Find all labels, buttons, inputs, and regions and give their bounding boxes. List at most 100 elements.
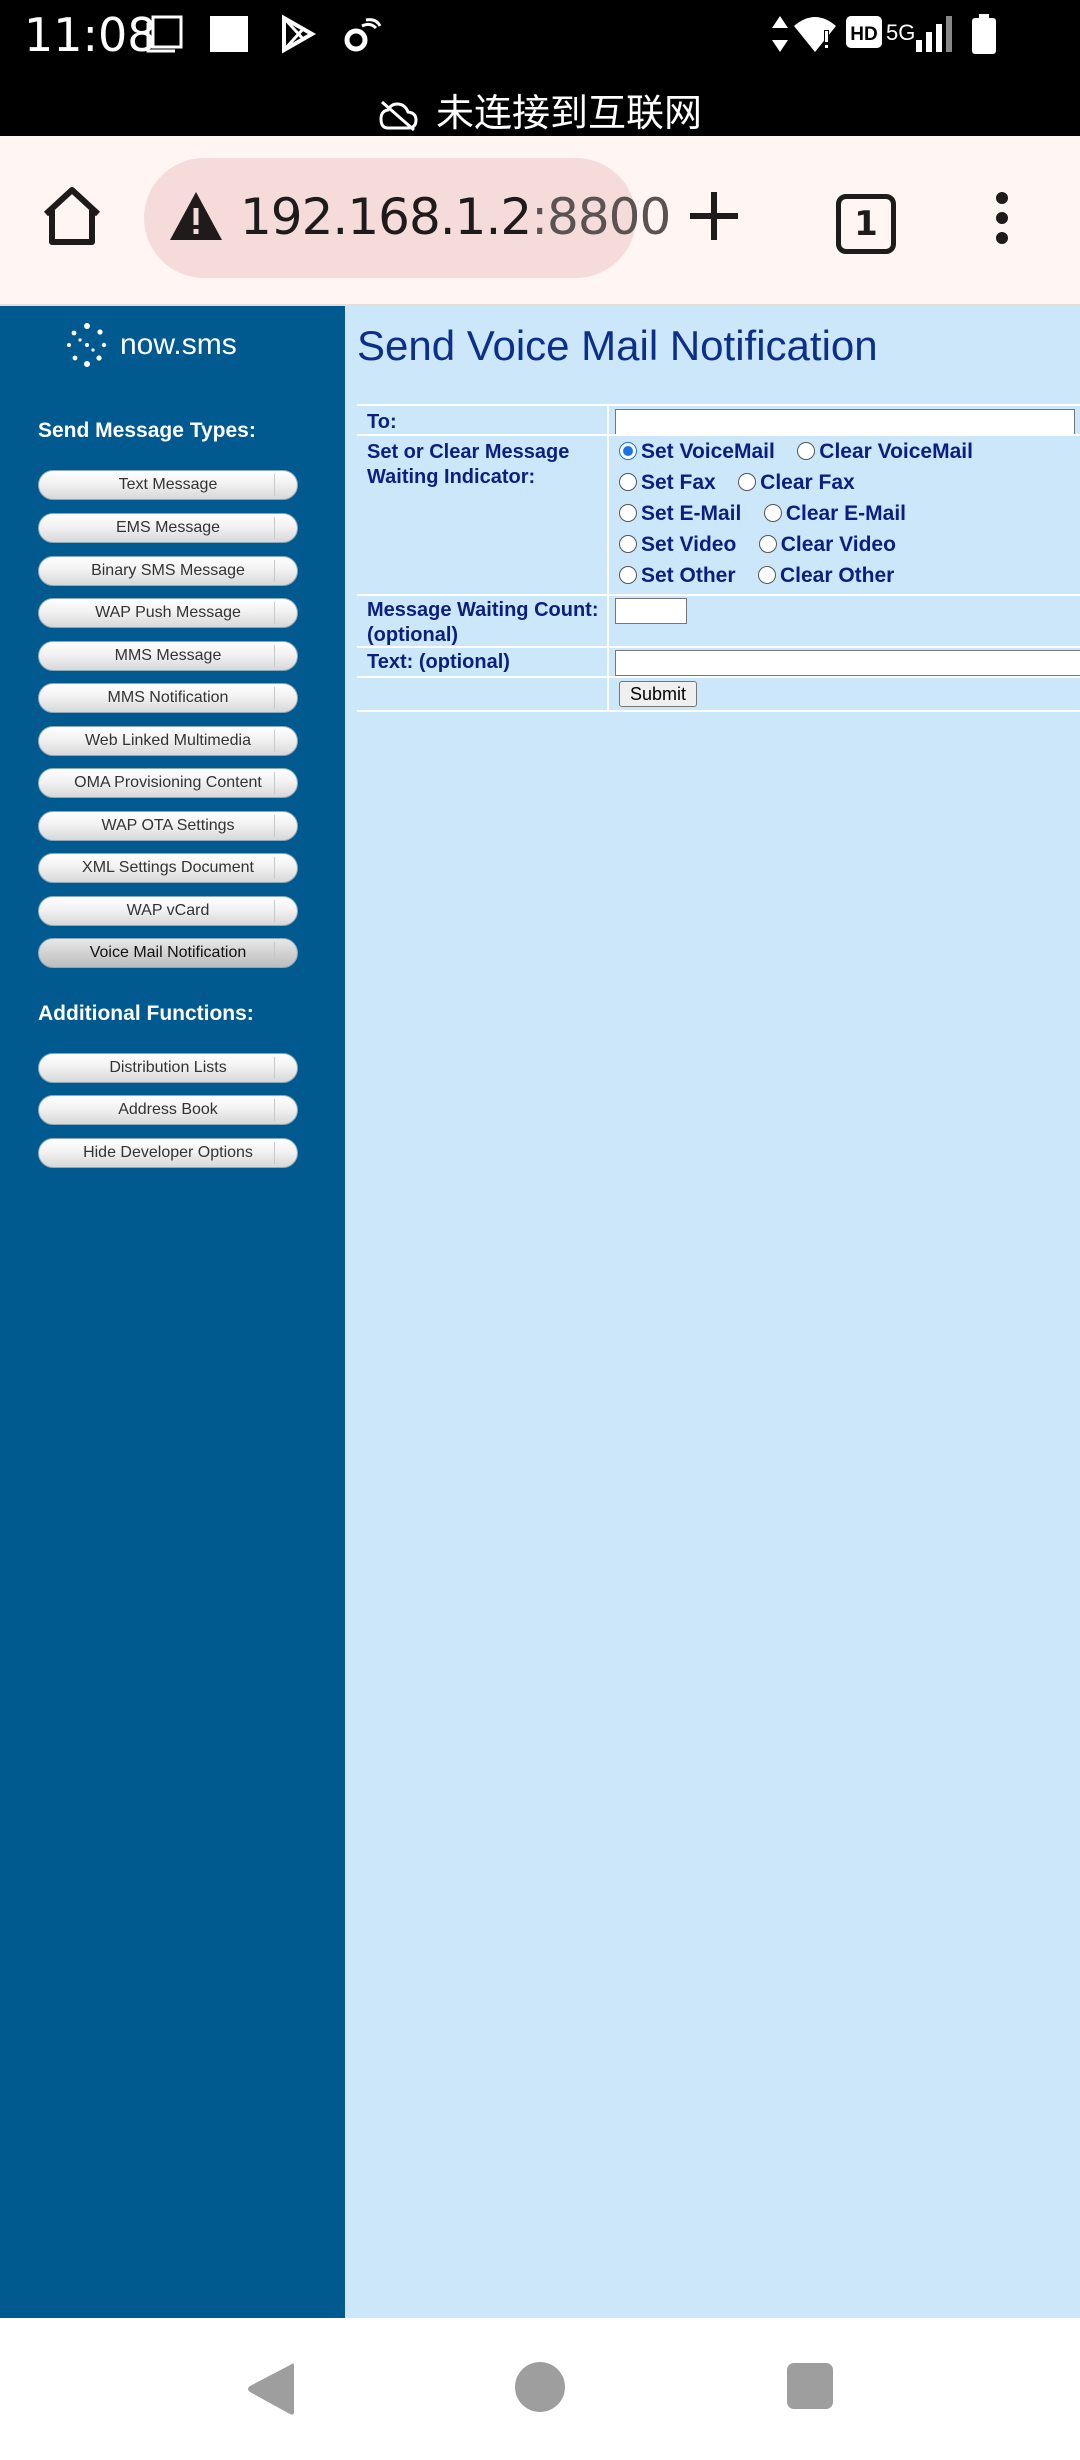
battery-icon <box>972 14 996 59</box>
radio-clear-fax[interactable]: Clear Fax <box>738 471 855 495</box>
radio-set-fax[interactable]: Set Fax <box>619 471 716 495</box>
sidebar-item-text-message[interactable]: Text Message <box>38 470 298 500</box>
to-label: To: <box>367 411 397 433</box>
radio-button-selected[interactable] <box>619 442 637 460</box>
offline-banner: 未连接到互联网 <box>0 70 1080 136</box>
radio-clear-voicemail[interactable]: Clear VoiceMail <box>797 440 973 464</box>
indicator-options: Set VoiceMail Clear VoiceMail Set Fax Cl… <box>607 436 1080 596</box>
option-label: Clear VoiceMail <box>819 440 973 463</box>
square-notification-icon <box>208 14 250 59</box>
radio-button[interactable] <box>758 535 777 553</box>
form-row-indicator: Set or Clear Message Waiting Indicator: … <box>357 434 1080 596</box>
home-circle-icon[interactable] <box>513 2360 567 2419</box>
option-label: Clear E-Mail <box>785 502 907 525</box>
radio-set-other[interactable]: Set Other <box>619 564 736 588</box>
more-menu-icon[interactable] <box>996 192 1010 252</box>
sidebar-item-mms-message[interactable]: MMS Message <box>38 641 298 671</box>
web-page: now.sms Send Message Types: Text Message… <box>0 306 1080 2318</box>
signal-icon <box>914 14 954 59</box>
svg-text:HD: HD <box>850 24 877 45</box>
send-message-types-heading: Send Message Types: <box>38 419 256 442</box>
sidebar-item-mms-notification[interactable]: MMS Notification <box>38 683 298 713</box>
sidebar-item-web-linked-multimedia[interactable]: Web Linked Multimedia <box>38 726 298 756</box>
radio-row-voicemail: Set VoiceMail Clear VoiceMail <box>619 440 991 468</box>
radio-button[interactable] <box>738 473 757 491</box>
warning-icon[interactable] <box>168 190 224 247</box>
radio-set-voicemail[interactable]: Set VoiceMail <box>619 440 775 464</box>
url-port: :8800 <box>531 188 671 246</box>
form-row-count: Message Waiting Count: (optional) <box>357 594 1080 648</box>
additional-functions-heading: Additional Functions: <box>38 1002 254 1025</box>
option-label: Set Video <box>641 533 737 556</box>
status-bar: 11:08 HD 5G <box>0 0 1080 70</box>
url-text[interactable]: 192.168.1.2:8800 <box>240 188 671 246</box>
option-label: Clear Fax <box>760 471 855 494</box>
hd-icon: HD <box>846 14 882 55</box>
sidebar-item-wap-push-message[interactable]: WAP Push Message <box>38 598 298 628</box>
radio-button[interactable] <box>797 442 816 460</box>
cloud-off-icon <box>379 100 418 131</box>
radio-set-video[interactable]: Set Video <box>619 533 736 557</box>
radio-button[interactable] <box>763 504 782 522</box>
back-icon[interactable] <box>244 2360 296 2423</box>
sidebar-item-binary-sms-message[interactable]: Binary SMS Message <box>38 556 298 586</box>
submit-cell: Submit <box>607 678 1080 710</box>
recents-square-icon[interactable] <box>786 2362 834 2415</box>
url-bar[interactable]: 192.168.1.2:8800 <box>144 158 671 278</box>
offline-text: 未连接到互联网 <box>435 91 702 135</box>
sidebar-item-wap-ota-settings[interactable]: WAP OTA Settings <box>38 811 298 841</box>
radio-row-email: Set E-Mail Clear E-Mail <box>619 502 924 530</box>
dots-logo-icon <box>67 323 107 367</box>
browser-toolbar: 192.168.1.2:8800 1 <box>0 136 1080 306</box>
sidebar-item-ems-message[interactable]: EMS Message <box>38 513 298 543</box>
sidebar-item-hide-developer-options[interactable]: Hide Developer Options <box>38 1138 298 1168</box>
data-arrows-icon <box>770 14 790 59</box>
network-type: 5G <box>886 20 916 45</box>
sidebar-item-xml-settings-document[interactable]: XML Settings Document <box>38 853 298 883</box>
radio-row-video: Set Video Clear Video <box>619 533 914 561</box>
to-cell <box>607 406 1080 436</box>
count-cell <box>607 596 1080 648</box>
radio-clear-video[interactable]: Clear Video <box>758 533 896 557</box>
sidebar-item-voice-mail-notification[interactable]: Voice Mail Notification <box>38 938 298 968</box>
sidebar-item-address-book[interactable]: Address Book <box>38 1095 298 1125</box>
status-time: 11:08 <box>24 8 157 62</box>
url-host: 192.168.1.2 <box>240 188 532 246</box>
wifi-icon <box>792 14 838 59</box>
radio-set-email[interactable]: Set E-Mail <box>619 502 741 526</box>
radio-button[interactable] <box>619 535 637 553</box>
text-input[interactable] <box>615 650 1080 676</box>
radio-button[interactable] <box>619 473 637 491</box>
sidebar-item-oma-provisioning-content[interactable]: OMA Provisioning Content <box>38 768 298 798</box>
to-input[interactable] <box>615 409 1075 435</box>
option-label: Set VoiceMail <box>641 440 775 463</box>
home-icon[interactable] <box>38 184 106 253</box>
radio-row-fax: Set Fax Clear Fax <box>619 471 873 499</box>
tab-switcher-icon[interactable]: 1 <box>836 194 896 254</box>
sidebar: now.sms Send Message Types: Text Message… <box>0 306 345 2318</box>
radio-button[interactable] <box>757 566 776 584</box>
indicator-label: Set or Clear Message Waiting Indicator: <box>367 441 570 488</box>
option-label: Set Fax <box>641 471 716 494</box>
radio-button[interactable] <box>619 566 637 584</box>
main-content: Send Voice Mail Notification To: Set or … <box>345 306 1080 2318</box>
radio-clear-other[interactable]: Clear Other <box>757 564 895 588</box>
sidebar-item-wap-vcard[interactable]: WAP vCard <box>38 896 298 926</box>
form-row-submit: Submit <box>357 676 1080 712</box>
text-cell <box>607 648 1080 678</box>
option-label: Clear Other <box>779 564 895 587</box>
form-row-to: To: <box>357 404 1080 436</box>
form-row-text: Text: (optional) <box>357 646 1080 678</box>
radio-button[interactable] <box>619 504 637 522</box>
text-label: Text: (optional) <box>367 651 510 673</box>
submit-button[interactable]: Submit <box>619 681 698 707</box>
option-label: Set E-Mail <box>641 502 742 525</box>
play-store-icon <box>278 14 318 59</box>
count-input[interactable] <box>615 598 687 624</box>
new-tab-plus-icon[interactable] <box>688 188 740 249</box>
radio-clear-email[interactable]: Clear E-Mail <box>763 502 907 526</box>
tab-count: 1 <box>854 204 878 244</box>
sidebar-item-distribution-lists[interactable]: Distribution Lists <box>38 1053 298 1083</box>
sync-gear-icon <box>340 14 382 59</box>
screenshot-icon <box>144 14 186 59</box>
